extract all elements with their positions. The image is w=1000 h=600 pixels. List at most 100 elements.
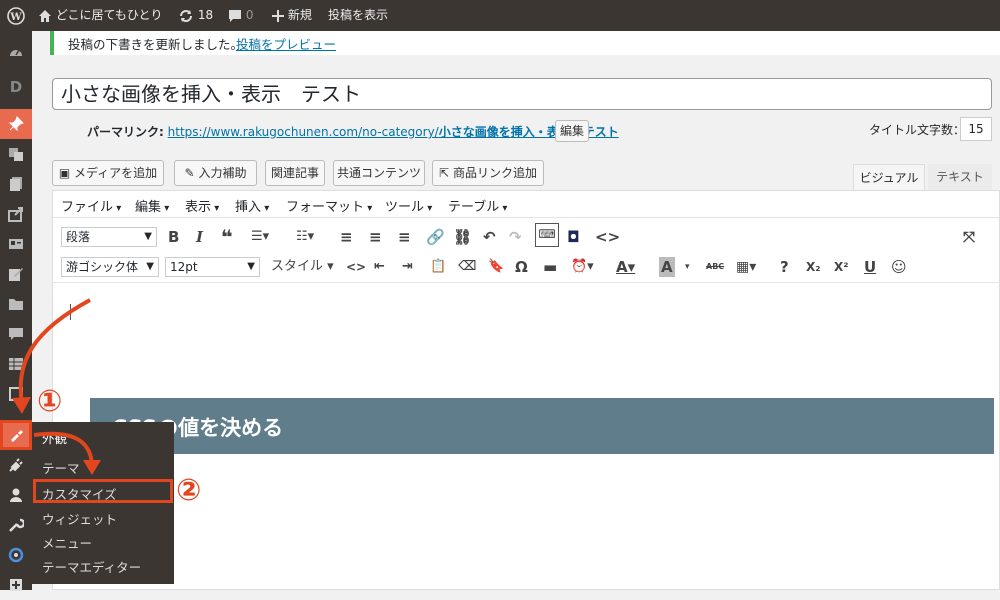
appearance-highlight-box: [0, 420, 32, 450]
menu-view[interactable]: 表示: [185, 196, 219, 215]
blockquote-icon[interactable]: ❝: [221, 227, 233, 247]
underline-icon[interactable]: U: [864, 257, 876, 277]
updates-link[interactable]: 18: [178, 0, 213, 31]
title-count-field[interactable]: 15: [960, 117, 992, 141]
format-select[interactable]: 段落 ▼: [61, 227, 157, 247]
update-notice: 投稿の下書きを更新しました。 投稿をプレビュー: [50, 31, 1000, 55]
paste-text-icon[interactable]: 📋: [430, 257, 446, 277]
help-icon[interactable]: ?: [780, 257, 789, 277]
toolbar-toggle-icon[interactable]: ⌨: [535, 223, 559, 247]
permalink-edit-button[interactable]: 編集: [555, 120, 589, 142]
tab-text[interactable]: テキスト: [928, 164, 992, 190]
view-post-link[interactable]: 投稿を表示: [328, 0, 388, 31]
updates-count: 18: [197, 8, 214, 22]
tab-visual[interactable]: ビジュアル: [853, 164, 925, 190]
fullscreen-icon[interactable]: ⤧: [963, 227, 975, 247]
font-family-select[interactable]: 游ゴシック体 ▼: [61, 257, 159, 277]
new-content-link[interactable]: 新規: [272, 0, 312, 31]
indent-icon[interactable]: ⇥: [402, 257, 413, 277]
permalink-url[interactable]: https://www.rakugochunen.com/no-category…: [168, 125, 439, 139]
menu-item-menus[interactable]: メニュー: [42, 533, 92, 552]
subscript-icon[interactable]: X₂: [806, 257, 821, 277]
content-heading-block[interactable]: CSSの値を決める: [90, 398, 994, 454]
related-posts-button[interactable]: 関連記事: [265, 160, 325, 186]
preview-link[interactable]: 投稿をプレビュー: [236, 34, 336, 53]
inline-code-icon[interactable]: <>: [346, 257, 366, 277]
superscript-icon[interactable]: X²: [834, 257, 849, 277]
clock-icon[interactable]: ⏰▾: [571, 257, 594, 277]
align-center-icon[interactable]: ≡: [369, 227, 382, 247]
font-size-select[interactable]: 12pt ▼: [165, 257, 260, 277]
menu-edit[interactable]: 編集: [135, 196, 169, 215]
wordpress-logo-icon[interactable]: W: [7, 0, 25, 31]
table-icon[interactable]: [0, 349, 32, 379]
strikethrough-icon[interactable]: ABC: [706, 257, 724, 277]
permalink-label: パーマリンク:: [87, 125, 164, 139]
bullet-list-icon[interactable]: ☰▾: [251, 227, 269, 247]
plugin-block-icon[interactable]: ◘: [567, 227, 580, 247]
italic-icon[interactable]: I: [196, 227, 203, 247]
editor-menubar: ファイル 編集 表示 挿入 フォーマット ツール テーブル: [53, 191, 999, 218]
title-count-label: タイトル文字数：: [869, 123, 966, 137]
align-right-icon[interactable]: ≡: [398, 227, 411, 247]
highlight-color-icon[interactable]: A: [659, 257, 675, 277]
comments-link[interactable]: 0: [228, 0, 253, 31]
unlink-icon[interactable]: ⛓: [453, 227, 472, 247]
menu-item-widgets[interactable]: ウィジェット: [42, 509, 117, 528]
settings-swirl-icon[interactable]: [0, 540, 32, 570]
post-title-input[interactable]: 小さな画像を挿入・表示 テスト: [52, 78, 992, 110]
link-icon[interactable]: 🔗: [426, 227, 445, 247]
style-label: スタイル: [271, 259, 324, 274]
users-icon[interactable]: [0, 480, 32, 510]
posts-pin-icon[interactable]: [0, 109, 32, 139]
menu-file[interactable]: ファイル: [61, 196, 121, 215]
redo-icon[interactable]: ↷: [509, 227, 522, 247]
plugins-icon[interactable]: [0, 450, 32, 480]
customize-highlight-box: [33, 479, 173, 503]
common-content-button[interactable]: 共通コンテンツ: [333, 160, 425, 186]
appearance-flyout-menu: 外観 テーマ カスタマイズ ウィジェット メニュー テーマエディター: [32, 422, 174, 584]
input-help-button[interactable]: ✎ 入力補助: [174, 160, 257, 186]
outdent-icon[interactable]: ⇤: [374, 257, 385, 277]
comments-menu-icon[interactable]: [0, 319, 32, 349]
undo-icon[interactable]: ↶: [483, 227, 496, 247]
box-icon[interactable]: [0, 379, 32, 409]
horizontal-line-icon[interactable]: ▬: [543, 257, 557, 277]
style-dropdown[interactable]: スタイル ▾: [271, 257, 334, 277]
menu-table[interactable]: テーブル: [448, 196, 507, 215]
text-color-icon[interactable]: A▾: [616, 257, 635, 277]
id-card-icon[interactable]: [0, 229, 32, 259]
edit-icon[interactable]: [0, 259, 32, 289]
grid-plus-icon[interactable]: [0, 570, 32, 600]
menu-insert[interactable]: 挿入: [235, 196, 269, 215]
menu-item-themes[interactable]: テーマ: [42, 458, 80, 477]
numbered-list-icon[interactable]: ☷▾: [296, 227, 314, 247]
media-icon[interactable]: [0, 139, 32, 169]
emoji-icon[interactable]: ☺: [891, 257, 907, 277]
folder-icon[interactable]: [0, 289, 32, 319]
flyout-header-appearance[interactable]: 外観: [42, 428, 67, 447]
special-char-omega-icon[interactable]: Ω: [515, 257, 528, 277]
product-link-button[interactable]: ⇱ 商品リンク追加: [432, 160, 544, 186]
code-icon[interactable]: <>: [595, 227, 620, 247]
pages-icon[interactable]: [0, 169, 32, 199]
step-1-marker: ①: [37, 384, 63, 419]
permalink-slug[interactable]: 小さな画像を挿入・表示 テスト: [439, 125, 619, 139]
align-left-icon[interactable]: ≡: [340, 227, 353, 247]
site-home-link[interactable]: どこに居てもひとり: [38, 0, 163, 31]
caret-down-icon: ▼: [144, 231, 152, 242]
clear-format-icon[interactable]: ⌫: [458, 257, 476, 277]
add-media-button[interactable]: ▣ メディアを追加: [52, 160, 164, 186]
tools-wrench-icon[interactable]: [0, 510, 32, 540]
menu-tools[interactable]: ツール: [385, 196, 432, 215]
menu-format[interactable]: フォーマット: [286, 196, 372, 215]
pencil-icon: ✎: [184, 166, 195, 180]
dashboard-icon[interactable]: [0, 37, 32, 67]
bookmark-icon[interactable]: 🔖: [488, 257, 504, 277]
menu-item-theme-editor[interactable]: テーマエディター: [42, 557, 141, 576]
jetpack-d-icon[interactable]: D: [0, 71, 32, 101]
chevron-down-icon[interactable]: ▾: [685, 257, 690, 277]
share-icon[interactable]: [0, 199, 32, 229]
bold-icon[interactable]: B: [168, 227, 179, 247]
table-insert-icon[interactable]: ▦▾: [736, 257, 756, 277]
